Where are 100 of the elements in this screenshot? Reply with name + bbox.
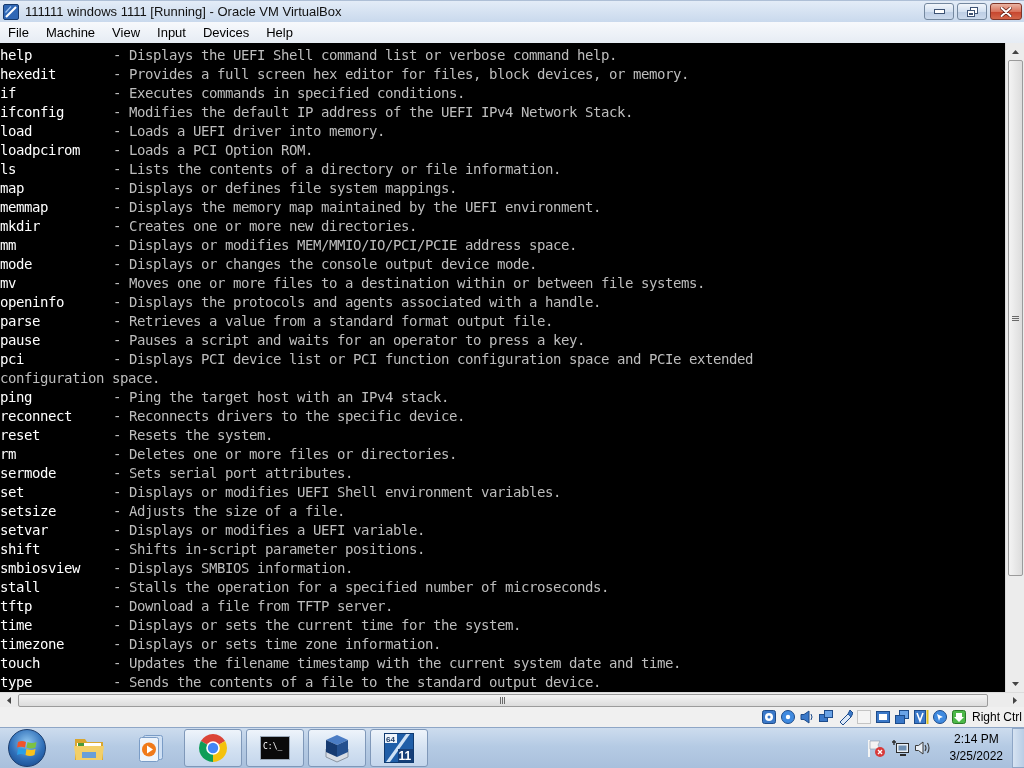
command-description: - Stalls the operation for a specified number of microseconds. xyxy=(113,578,609,597)
taskbar-button[interactable]: 64 11 xyxy=(370,729,428,767)
command-name: loadpcirom xyxy=(0,141,81,160)
restore-button[interactable] xyxy=(957,3,987,20)
left-arrow-icon xyxy=(7,696,11,704)
command-name: sermode xyxy=(0,464,57,483)
command-description: - Creates one or more new directories. xyxy=(113,217,417,236)
menu-item[interactable]: Machine xyxy=(37,23,104,42)
command-name: memmap xyxy=(0,198,49,217)
command-name: tftp xyxy=(0,597,33,616)
close-button[interactable] xyxy=(990,3,1022,20)
menu-item[interactable]: Input xyxy=(149,23,194,42)
menu-item[interactable]: Devices xyxy=(194,23,258,42)
flag-icon xyxy=(17,739,37,757)
command-name: reconnect xyxy=(0,407,73,426)
command-name: help xyxy=(0,46,33,65)
menu-item[interactable]: Help xyxy=(258,23,301,42)
host-key-label: Right Ctrl xyxy=(972,710,1022,724)
command-description: - Adjusts the size of a file. xyxy=(113,502,345,521)
command-name: parse xyxy=(0,312,41,331)
command-name: mode xyxy=(0,255,33,274)
command-name: set xyxy=(0,483,25,502)
command-name: pause xyxy=(0,331,41,350)
command-description: - Provides a full screen hex editor for files, block devices, or memory. xyxy=(113,65,689,84)
command-name: mm xyxy=(0,236,17,255)
network-icon[interactable] xyxy=(889,739,910,757)
minimize-button[interactable] xyxy=(924,3,954,20)
player-icon xyxy=(138,734,164,762)
command-name: reset xyxy=(0,426,41,445)
command-description: - Displays SMBIOS information. xyxy=(113,559,353,578)
command-name: map xyxy=(0,179,25,198)
command-name: rm xyxy=(0,445,17,464)
clock[interactable]: 2:14 PM 3/25/2022 xyxy=(943,731,1009,765)
screens-icon[interactable] xyxy=(894,709,910,725)
segmented-circle-icon xyxy=(198,733,228,763)
command-name: type xyxy=(0,673,33,692)
command-name: if xyxy=(0,84,17,103)
command-name: ifconfig xyxy=(0,103,65,122)
speaker-icon[interactable] xyxy=(799,709,815,725)
command-description: - Displays the memory map maintained by the UEFI environment. xyxy=(113,198,601,217)
command-name: setvar xyxy=(0,521,49,540)
command-name: openinfo xyxy=(0,293,65,312)
command-name: setsize xyxy=(0,502,57,521)
disc-icon[interactable] xyxy=(780,709,796,725)
command-description: - Download a file from TFTP server. xyxy=(113,597,393,616)
command-description: - Lists the contents of a directory or file information. xyxy=(113,160,561,179)
numbered-tile-icon: 64 11 xyxy=(384,733,414,763)
command-description: - Displays or modifies a UEFI variable. xyxy=(113,521,425,540)
right-arrow-icon xyxy=(1013,696,1017,704)
minimize-icon xyxy=(933,9,945,14)
command-description: - Updates the filename timestamp with the current system date and time. xyxy=(113,654,681,673)
taskbar-button[interactable]: C:\_ xyxy=(246,729,304,767)
speaker-icon[interactable] xyxy=(913,740,932,756)
grip-icon xyxy=(500,696,506,704)
menu-item[interactable]: File xyxy=(0,23,37,42)
command-description: - Displays or sets time zone information. xyxy=(113,635,441,654)
usb-icon[interactable] xyxy=(837,709,853,725)
command-description: - Sends the contents of a file to the standard output device. xyxy=(113,673,601,692)
start-button[interactable] xyxy=(8,729,46,767)
command-description: - Displays or changes the console output device mode. xyxy=(113,255,537,274)
command-name: mv xyxy=(0,274,17,293)
scroll-thumb[interactable] xyxy=(1007,60,1023,576)
close-icon xyxy=(1000,6,1012,17)
flag-icon[interactable] xyxy=(865,738,886,758)
command-name: timezone xyxy=(0,635,65,654)
command-description: - Displays PCI device list or PCI function configuration space and PCIe extended xyxy=(113,350,753,369)
command-description: - Displays the UEFI Shell command list or verbose command help. xyxy=(113,46,617,65)
command-name: ls xyxy=(0,160,17,179)
command-description: - Deletes one or more files or directories. xyxy=(113,445,457,464)
chevron-tile-icon[interactable] xyxy=(913,709,929,725)
terminal-window-icon: C:\_ xyxy=(260,736,290,760)
command-description: - Shifts in-script parameter positions. xyxy=(113,540,425,559)
command-description: - Reconnects drivers to the specific device. xyxy=(113,407,465,426)
restore-icon xyxy=(966,6,978,17)
command-description: - Displays or modifies MEM/MMIO/IO/PCI/PCIE address space. xyxy=(113,236,577,255)
command-description: - Displays or modifies UEFI Shell environment variables. xyxy=(113,483,561,502)
menu-item[interactable]: View xyxy=(104,23,149,42)
command-name: stall xyxy=(0,578,41,597)
app-tile-icon xyxy=(3,3,19,20)
command-description: - Pauses a script and waits for an operator to press a key. xyxy=(113,331,585,350)
command-name: ping xyxy=(0,388,33,407)
command-description: - Modifies the default IP address of the UEFI IPv4 Network Stack. xyxy=(113,103,633,122)
up-arrow-icon xyxy=(1011,49,1019,54)
command-name: load xyxy=(0,122,33,141)
command-description: - Displays or defines file system mappings. xyxy=(113,179,457,198)
command-name: pci xyxy=(0,350,25,369)
command-description: - Displays the protocols and agents associated with a handle. xyxy=(113,293,601,312)
grip-icon xyxy=(1011,315,1019,321)
command-description: - Sets serial port attributes. xyxy=(113,464,353,483)
command-description: - Retrieves a value from a standard format output file. xyxy=(113,312,553,331)
blank-tile-icon[interactable] xyxy=(856,709,872,725)
window-title: 111111 windows 1111 [Running] - Oracle VM VirtualBox xyxy=(25,4,342,19)
down-arrow-icon xyxy=(1011,681,1019,686)
command-description: - Resets the system. xyxy=(113,426,273,445)
taskbar-button[interactable] xyxy=(308,729,366,767)
command-description: configuration space. xyxy=(0,369,160,388)
network-icon[interactable] xyxy=(818,709,834,725)
command-name: smbiosview xyxy=(0,559,82,578)
command-description: - Executes commands in specified conditions. xyxy=(113,84,465,103)
monitor-icon[interactable] xyxy=(875,709,891,725)
